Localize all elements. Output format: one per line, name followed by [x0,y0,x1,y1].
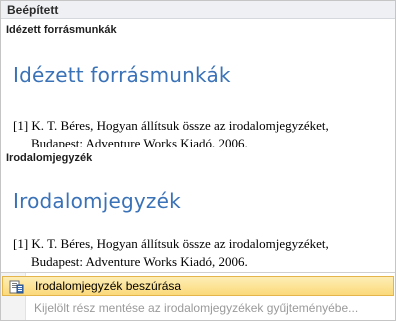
preview-entry: [1] K. T. Béres, Hogyan állítsuk össze a… [13,117,373,147]
menu-separator [1,272,395,273]
gallery-item-works-cited[interactable]: Idézett forrásmunkák [1] K. T. Béres, Ho… [5,41,381,147]
section-label-works-cited: Idézett forrásmunkák [6,24,117,36]
gallery-item-bibliography[interactable]: Irodalomjegyzék [1] K. T. Béres, Hogyan … [5,169,381,269]
group-header: Beépített [1,1,395,19]
preview-heading: Irodalomjegyzék [13,189,181,213]
preview-entry-line1: [1] K. T. Béres, Hogyan állítsuk össze a… [13,118,329,133]
preview-entry-line1: [1] K. T. Béres, Hogyan állítsuk össze a… [13,236,329,251]
insert-bibliography-label: Irodalomjegyzék beszúrása [35,279,182,293]
gallery-scrollbar[interactable] [389,19,395,269]
section-label-bibliography: Irodalomjegyzék [6,152,93,164]
insert-bibliography-menu-item[interactable]: Irodalomjegyzék beszúrása [2,276,394,296]
preview-entry: [1] K. T. Béres, Hogyan állítsuk össze a… [13,235,373,269]
preview-heading: Idézett forrásmunkák [13,63,231,87]
bibliography-gallery: Beépített Idézett forrásmunkák Idézett f… [0,0,396,321]
preview-entry-line2: Budapest: Adventure Works Kiadó, 2006. [31,136,248,147]
save-selection-menu-item[interactable]: Kijelölt rész mentése az irodalomjegyzék… [2,298,394,318]
preview-entry-line2: Budapest: Adventure Works Kiadó, 2006. [31,254,248,269]
save-selection-label: Kijelölt rész mentése az irodalomjegyzék… [34,301,359,315]
insert-bibliography-icon [9,279,25,295]
